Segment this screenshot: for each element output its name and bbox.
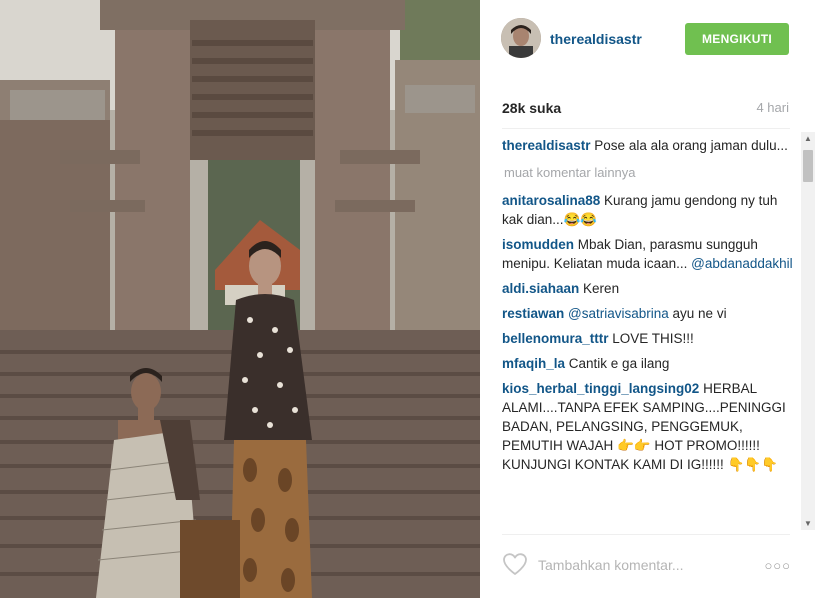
caption-text: Pose ala ala orang jaman dulu... <box>590 138 788 153</box>
comment-username[interactable]: bellenomura_tttr <box>502 331 609 346</box>
comment-username[interactable]: kios_herbal_tinggi_langsing02 <box>502 381 699 396</box>
avatar-image <box>501 18 541 58</box>
comment-username[interactable]: mfaqih_la <box>502 356 565 371</box>
comment-text: Keren <box>579 281 620 296</box>
divider <box>502 128 790 129</box>
comment-item: kios_herbal_tinggi_langsing02 HERBAL ALA… <box>502 379 798 474</box>
post-details-panel: therealdisastr MENGIKUTI 28k suka 4 hari… <box>480 0 823 598</box>
ellipsis-icon[interactable]: ○○○ <box>764 558 791 573</box>
comment-username[interactable]: anitarosalina88 <box>502 193 600 208</box>
comment-username[interactable]: restiawan <box>502 306 564 321</box>
triangle-down-icon[interactable]: ▼ <box>801 517 815 530</box>
comments-list[interactable]: therealdisastr Pose ala ala orang jaman … <box>502 136 798 530</box>
caption: therealdisastr Pose ala ala orang jaman … <box>502 136 798 155</box>
comment-text: LOVE THIS!!! <box>608 331 694 346</box>
post-photo[interactable] <box>0 0 480 598</box>
scrollbar-thumb[interactable] <box>803 150 813 182</box>
heart-outline-icon[interactable] <box>502 552 528 576</box>
triangle-up-icon[interactable]: ▲ <box>801 132 815 145</box>
avatar[interactable] <box>501 18 541 58</box>
comment-text: ayu ne vi <box>668 306 727 321</box>
comment-item: aldi.siahaan Keren <box>502 279 798 298</box>
comment-username[interactable]: isomudden <box>502 237 574 252</box>
divider <box>502 534 790 535</box>
comment-mention[interactable]: @satriavisabrina <box>564 306 669 321</box>
username-link[interactable]: therealdisastr <box>550 31 642 47</box>
likes-count[interactable]: 28k suka <box>502 100 561 116</box>
caption-username[interactable]: therealdisastr <box>502 138 591 153</box>
comment-item: isomudden Mbak Dian, parasmu sungguh men… <box>502 235 798 273</box>
comment-username[interactable]: aldi.siahaan <box>502 281 579 296</box>
comments-scrollbar[interactable]: ▲ ▼ <box>801 132 815 530</box>
comment-item: anitarosalina88 Kurang jamu gendong ny t… <box>502 191 798 229</box>
photo-illustration <box>0 0 480 598</box>
comment-text: Cantik e ga ilang <box>565 356 670 371</box>
load-more-comments-link[interactable]: muat komentar lainnya <box>504 163 798 182</box>
post-age[interactable]: 4 hari <box>756 100 789 115</box>
comment-item: restiawan @satriavisabrina ayu ne vi <box>502 304 798 323</box>
add-comment-input[interactable] <box>538 553 758 577</box>
post-header: therealdisastr MENGIKUTI <box>480 0 823 80</box>
follow-button[interactable]: MENGIKUTI <box>685 23 789 55</box>
comment-mention[interactable]: @abdanaddakhil <box>691 256 793 271</box>
comment-item: bellenomura_tttr LOVE THIS!!! <box>502 329 798 348</box>
comment-item: mfaqih_la Cantik e ga ilang <box>502 354 798 373</box>
